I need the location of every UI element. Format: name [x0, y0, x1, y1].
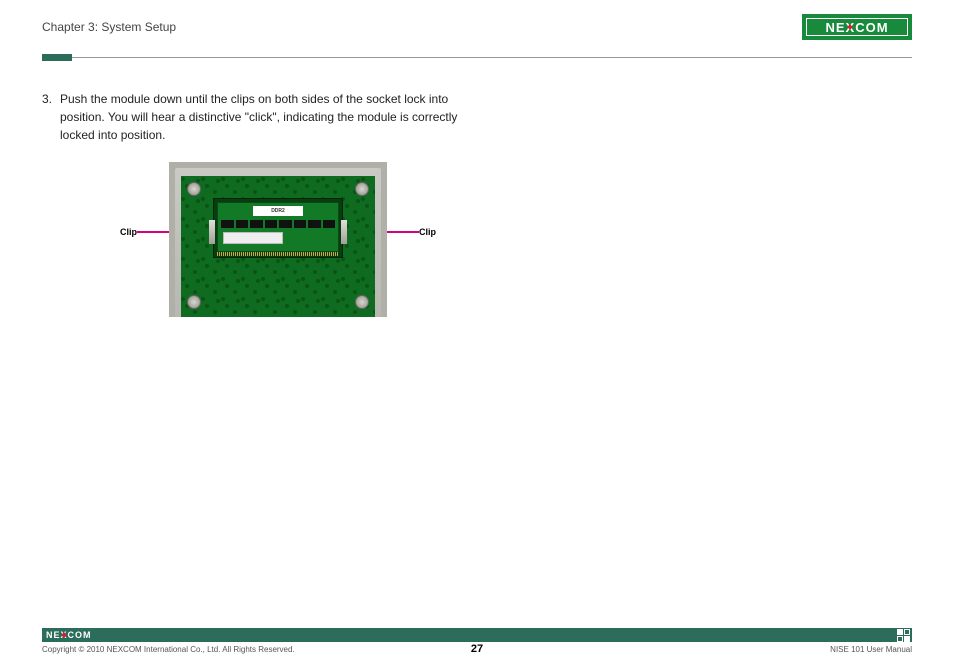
doc-title: NISE 101 User Manual: [830, 645, 912, 654]
copyright-text: Copyright © 2010 NEXCOM International Co…: [42, 645, 295, 654]
figure-ram-install: Clip DDR2: [120, 162, 482, 317]
step-text: Push the module down until the clips on …: [60, 90, 482, 144]
clip-label-right: Clip: [419, 227, 436, 237]
logo-x-icon: X: [61, 630, 68, 640]
step-number: 3.: [42, 90, 60, 144]
footer-ornament-icon: [897, 629, 910, 642]
page-number: 27: [471, 643, 483, 655]
footer-bar: NEXCOM: [42, 628, 912, 642]
standoff-icon: [187, 295, 201, 309]
footer-logo: NEXCOM: [46, 630, 92, 640]
ram-sticker: [223, 232, 283, 244]
standoff-icon: [355, 182, 369, 196]
clip-label-left: Clip: [120, 227, 137, 237]
ram-label: DDR2: [253, 206, 303, 216]
logo-text-pre: NE: [825, 20, 845, 35]
standoff-icon: [355, 295, 369, 309]
clip-left-icon: [209, 220, 215, 244]
clip-right-icon: [341, 220, 347, 244]
brand-logo: NEXCOM: [802, 14, 912, 40]
logo-text-post: COM: [855, 20, 888, 35]
chapter-title: Chapter 3: System Setup: [42, 20, 176, 34]
instruction-step: 3. Push the module down until the clips …: [42, 90, 482, 144]
header-rule: [42, 54, 912, 62]
callout-line-right: [387, 231, 419, 233]
pcb-photo: DDR2: [169, 162, 387, 317]
callout-line-left: [137, 231, 169, 233]
standoff-icon: [187, 182, 201, 196]
logo-x-icon: X: [846, 20, 856, 35]
ram-edge-contacts: [217, 252, 339, 256]
